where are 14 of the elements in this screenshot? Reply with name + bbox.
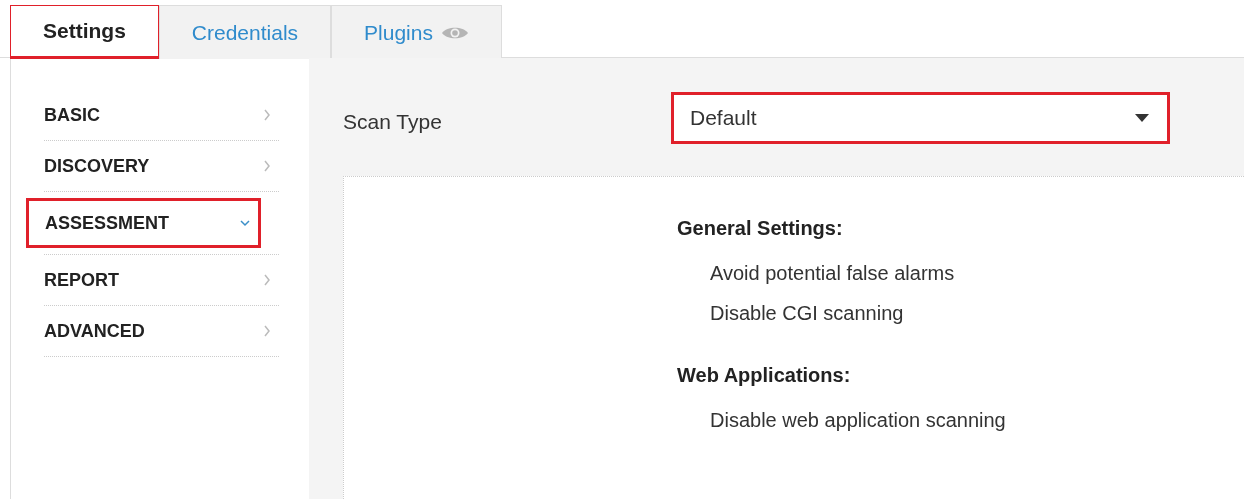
sidebar-item[interactable]: ASSESSMENT	[26, 198, 261, 248]
option-text: Avoid potential false alarms	[709, 261, 956, 286]
tab[interactable]: Settings	[10, 5, 159, 59]
sidebar-item[interactable]: BASIC	[44, 90, 279, 140]
caret-icon	[1135, 114, 1149, 122]
option-text: Disable CGI scanning	[709, 301, 905, 326]
section-heading: Web Applications:	[677, 363, 852, 388]
field-label: Scan Type	[343, 109, 443, 136]
sidebar-item[interactable]: REPORT	[44, 255, 279, 305]
sidebar-item[interactable]: ADVANCED	[44, 306, 279, 356]
scan-type-dropdown[interactable]: Default	[671, 92, 1170, 144]
sidebar-item[interactable]: DISCOVERY	[44, 141, 279, 191]
section-heading: General Settings:	[677, 216, 844, 241]
option-text: Disable web application scanning	[709, 408, 1007, 433]
